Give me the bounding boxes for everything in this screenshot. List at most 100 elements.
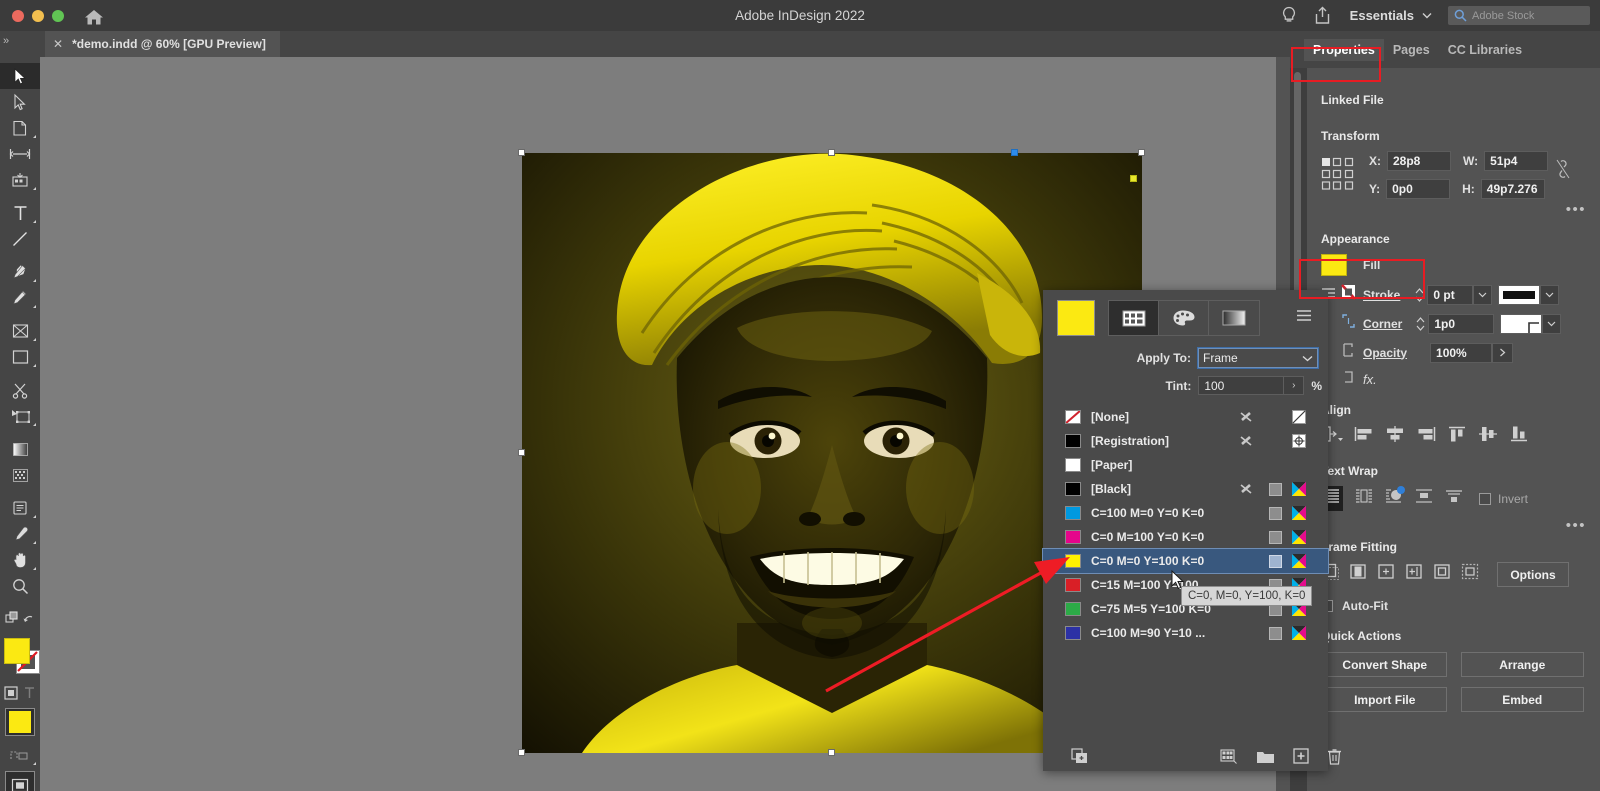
content-collector-tool[interactable] — [0, 167, 40, 193]
corner-style-dropdown[interactable] — [1542, 313, 1562, 334]
line-tool[interactable] — [0, 226, 40, 252]
gradient-feather-tool[interactable] — [0, 462, 40, 488]
swap-fill-stroke-icon[interactable] — [0, 606, 40, 632]
embed-button[interactable]: Embed — [1460, 687, 1584, 712]
gap-tool[interactable] — [0, 141, 40, 167]
center-content-icon[interactable] — [1433, 563, 1452, 586]
corner-stepper[interactable] — [1416, 316, 1425, 332]
stroke-label[interactable]: Stroke — [1363, 288, 1400, 302]
tab-cc-libraries[interactable]: CC Libraries — [1439, 39, 1531, 61]
fit-frame-to-content-icon[interactable] — [1377, 563, 1396, 586]
close-window-button[interactable] — [12, 9, 24, 22]
stroke-stepper[interactable] — [1415, 287, 1424, 303]
window-controls[interactable] — [12, 9, 64, 22]
corner-shape-icon[interactable] — [1341, 313, 1356, 334]
fit-content-to-frame-icon[interactable] — [1405, 563, 1424, 586]
opacity-label[interactable]: Opacity — [1363, 346, 1407, 360]
opacity-field[interactable]: 100% — [1430, 342, 1493, 363]
swatch-row-cyan[interactable]: C=100 M=0 Y=0 K=0 — [1043, 501, 1328, 525]
stroke-weight-dropdown[interactable] — [1473, 284, 1493, 305]
convert-shape-button[interactable]: Convert Shape — [1323, 652, 1447, 677]
color-mode-button[interactable] — [1159, 301, 1209, 335]
arrange-button[interactable]: Arrange — [1460, 652, 1584, 677]
formatting-affects-container-icon[interactable] — [0, 682, 40, 704]
opacity-flyout-button[interactable] — [1492, 342, 1514, 363]
corner-row[interactable]: Corner 1p0 — [1307, 313, 1600, 334]
fill-stroke-swatches[interactable] — [0, 634, 40, 680]
free-transform-tool[interactable] — [0, 403, 40, 429]
wrap-jump-column-icon[interactable] — [1445, 488, 1463, 509]
swatch-row-registration[interactable]: [Registration] — [1043, 429, 1328, 453]
new-swatch-folder-icon[interactable] — [1256, 749, 1275, 764]
share-icon[interactable] — [1306, 0, 1340, 31]
corner-radius-handle[interactable] — [1130, 175, 1137, 182]
corner-style-preview[interactable] — [1500, 313, 1543, 334]
note-tool[interactable] — [0, 495, 40, 521]
swatch-row-black[interactable]: [Black] — [1043, 477, 1328, 501]
tint-flyout-button[interactable]: › — [1284, 376, 1305, 395]
stroke-weight-field[interactable]: 0 pt — [1427, 284, 1474, 305]
swatch-row-magenta[interactable]: C=0 M=100 Y=0 K=0 — [1043, 525, 1328, 549]
new-color-group-icon[interactable] — [1220, 748, 1238, 764]
h-field[interactable]: 49p7.276 — [1480, 179, 1545, 199]
broken-link-icon[interactable] — [1556, 159, 1570, 184]
auto-fit-row[interactable]: Auto-Fit — [1307, 599, 1600, 613]
fill-swatch[interactable] — [4, 638, 30, 664]
document-tab[interactable]: ✕ *demo.indd @ 60% [GPU Preview] — [45, 31, 280, 57]
apply-to-select[interactable]: Frame — [1197, 347, 1319, 369]
selection-handle[interactable] — [828, 149, 835, 156]
align-bottom-icon[interactable] — [1509, 425, 1529, 448]
tint-field[interactable]: 100 — [1198, 376, 1285, 395]
maximize-window-button[interactable] — [52, 9, 64, 22]
selection-handle[interactable] — [828, 749, 835, 756]
rectangle-frame-tool[interactable] — [0, 318, 40, 344]
opacity-row[interactable]: Opacity 100% — [1307, 342, 1600, 363]
invert-checkbox[interactable] — [1479, 492, 1491, 505]
align-top-icon[interactable] — [1447, 425, 1467, 448]
x-field[interactable]: 28p8 — [1387, 151, 1451, 171]
hand-tool[interactable] — [0, 547, 40, 573]
selection-tool[interactable] — [0, 63, 40, 89]
stroke-swatch-icon[interactable] — [1341, 284, 1356, 305]
tab-pages[interactable]: Pages — [1384, 39, 1439, 61]
corner-label[interactable]: Corner — [1363, 317, 1402, 331]
selection-handle[interactable] — [518, 449, 525, 456]
fx-label[interactable]: fx. — [1363, 372, 1377, 387]
gradient-mode-button[interactable] — [1209, 301, 1259, 335]
wrap-bounding-box-icon[interactable] — [1355, 488, 1373, 509]
new-swatch-icon[interactable] — [1293, 748, 1309, 764]
delete-swatch-icon[interactable] — [1327, 748, 1342, 765]
selection-handle[interactable] — [1011, 149, 1018, 156]
text-wrap-more-options-icon[interactable]: ••• — [1307, 517, 1600, 534]
swatch-row-blue[interactable]: C=100 M=90 Y=10 ... — [1043, 621, 1328, 645]
swatch-row-paper[interactable]: [Paper] — [1043, 453, 1328, 477]
content-aware-fit-icon[interactable] — [1461, 563, 1480, 586]
normal-view-mode-icon[interactable] — [0, 742, 40, 768]
fill-color-swatch[interactable] — [1321, 254, 1347, 276]
panel-scrollbar-thumb[interactable] — [1294, 72, 1301, 322]
panel-expand-chevron-icon[interactable]: » — [3, 35, 9, 47]
transform-more-options-icon[interactable]: ••• — [1307, 201, 1600, 218]
align-middle-icon[interactable] — [1478, 425, 1498, 448]
eyedropper-tool[interactable] — [0, 521, 40, 547]
swatches-panel-menu-icon[interactable] — [1296, 309, 1312, 327]
pen-tool[interactable] — [0, 259, 40, 285]
minimize-window-button[interactable] — [32, 9, 44, 22]
align-right-icon[interactable] — [1416, 425, 1436, 448]
screen-mode-icon[interactable] — [0, 768, 40, 791]
swatches-popup[interactable]: Apply To: Frame Tint: 100 › % [None] [Re… — [1042, 290, 1341, 771]
swatches-mode-button[interactable] — [1109, 301, 1159, 335]
stroke-style-dropdown[interactable] — [1540, 284, 1560, 305]
zoom-tool[interactable] — [0, 573, 40, 599]
rectangle-tool[interactable] — [0, 344, 40, 370]
home-icon[interactable] — [84, 8, 103, 24]
fit-content-proportionally-icon[interactable] — [1349, 563, 1368, 586]
apply-color-button[interactable] — [0, 706, 40, 740]
page-tool[interactable] — [0, 115, 40, 141]
selection-handle[interactable] — [518, 749, 525, 756]
add-to-cc-library-icon[interactable] — [1071, 748, 1088, 764]
frame-fitting-options-button[interactable]: Options — [1497, 562, 1569, 587]
pencil-tool[interactable] — [0, 285, 40, 311]
corner-value-field[interactable]: 1p0 — [1428, 313, 1495, 334]
wrap-object-shape-icon[interactable] — [1385, 486, 1405, 509]
